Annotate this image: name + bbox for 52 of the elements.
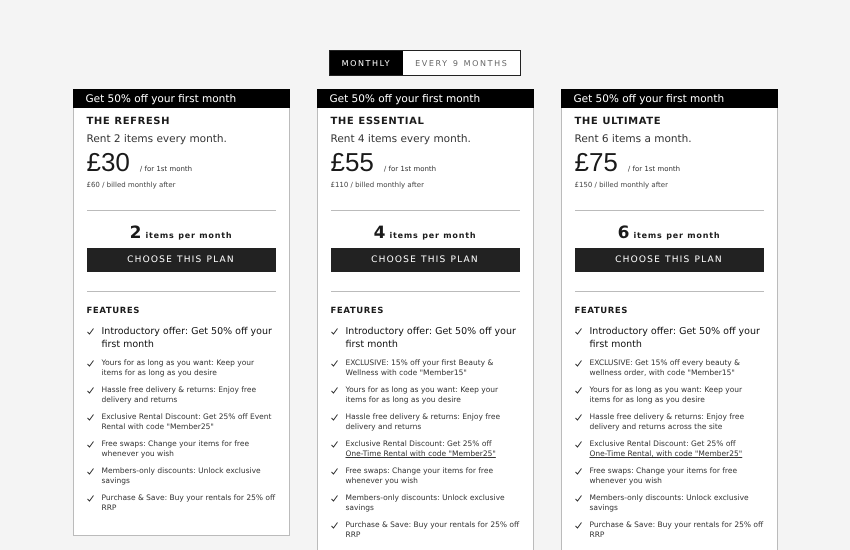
feature-text: Introductory offer: Get 50% off your first month (102, 326, 273, 351)
plan-name: THE ULTIMATE (574, 116, 662, 127)
items-label: items per month (146, 231, 232, 240)
features-heading: FEATURES (330, 306, 386, 316)
check-icon (86, 387, 94, 394)
plan-price: £30 (86, 147, 130, 178)
check-icon (330, 360, 338, 367)
check-icon (86, 441, 94, 448)
billing-tab[interactable]: MONTHLY (330, 51, 404, 75)
choose-plan-button[interactable]: CHOOSE THIS PLAN (86, 248, 276, 272)
plan-name: THE ESSENTIAL (330, 116, 426, 127)
plan-price: £75 (574, 147, 618, 178)
plan-subtitle: Rent 6 items a month. (574, 133, 693, 145)
plan-price: £55 (330, 147, 374, 178)
features-heading: FEATURES (86, 306, 142, 316)
check-icon (330, 495, 338, 502)
choose-plan-button[interactable]: CHOOSE THIS PLAN (574, 248, 764, 272)
check-icon (574, 468, 582, 475)
plan-subtitle: Rent 2 items every month. (86, 133, 228, 145)
check-icon (86, 468, 94, 475)
check-icon (330, 328, 338, 335)
feature-text: Introductory offer: Get 50% off your first month (590, 326, 761, 351)
check-icon (574, 522, 582, 529)
check-icon (574, 414, 582, 421)
items-count: 6 (618, 223, 630, 243)
items-count: 2 (130, 223, 142, 243)
items-label: items per month (634, 231, 720, 240)
choose-plan-button[interactable]: CHOOSE THIS PLAN (330, 248, 520, 272)
check-icon (574, 441, 582, 448)
check-icon (330, 414, 338, 421)
check-icon (574, 387, 582, 394)
check-icon (330, 387, 338, 394)
offer-banner: Get 50% off your first month (72, 89, 290, 108)
plan-name: THE REFRESH (86, 116, 172, 127)
check-icon (574, 495, 582, 502)
billing-tab[interactable]: EVERY 9 MONTHS (403, 51, 520, 75)
check-icon (574, 360, 582, 367)
items-count: 4 (374, 223, 386, 243)
check-icon (574, 328, 582, 335)
check-icon (86, 495, 94, 502)
features-heading: FEATURES (574, 306, 630, 316)
offer-banner: Get 50% off your first month (316, 89, 534, 108)
check-icon (330, 522, 338, 529)
items-label: items per month (390, 231, 476, 240)
check-icon (86, 328, 94, 335)
check-icon (330, 468, 338, 475)
check-icon (330, 441, 338, 448)
check-icon (86, 414, 94, 421)
offer-banner: Get 50% off your first month (560, 89, 778, 108)
check-icon (86, 360, 94, 367)
plan-subtitle: Rent 4 items every month. (330, 133, 472, 145)
feature-text: Introductory offer: Get 50% off your first month (346, 326, 517, 351)
